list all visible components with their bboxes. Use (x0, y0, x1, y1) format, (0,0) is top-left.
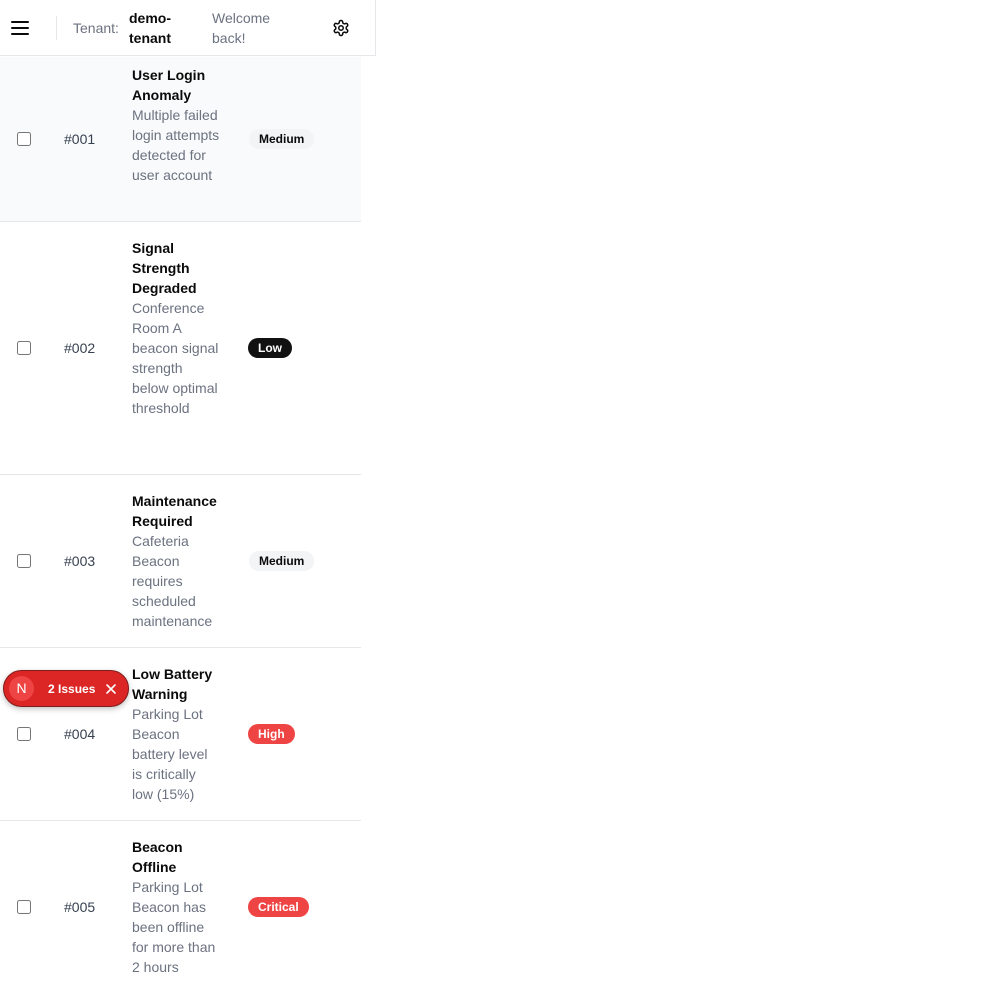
table-row[interactable]: #002 Signal Strength Degraded Conference… (0, 222, 361, 475)
n-logo-icon: N (9, 676, 34, 701)
tenant-name: demo-tenant (129, 10, 171, 46)
menu-icon[interactable] (10, 17, 30, 39)
table-row[interactable]: #005 Beacon Offline Parking Lot Beacon h… (0, 821, 361, 993)
issues-toast[interactable]: N 2 Issues (3, 670, 129, 707)
alert-description: Multiple failed login attempts detected … (132, 107, 220, 183)
header-divider (56, 16, 57, 40)
alert-title: Low Battery Warning (132, 666, 213, 702)
row-checkbox[interactable] (17, 727, 31, 741)
alert-id: #002 (64, 340, 96, 356)
alert-description: Conference Room A beacon signal strength… (132, 300, 219, 416)
tenant-label: Tenant: (73, 20, 119, 36)
severity-badge: Medium (249, 551, 315, 571)
alert-description: Parking Lot Beacon battery level is crit… (132, 706, 208, 802)
welcome-text: Welcome back! (212, 10, 271, 46)
row-checkbox[interactable] (17, 900, 31, 914)
alert-description: Cafeteria Beacon requires scheduled main… (132, 533, 213, 629)
top-header: Tenant: demo-tenant Welcome back! (0, 0, 376, 56)
row-checkbox[interactable] (17, 554, 31, 568)
alert-description: Parking Lot Beacon has been offline for … (132, 879, 216, 975)
alert-id: #003 (64, 553, 96, 569)
alert-title: Maintenance Required (132, 493, 217, 529)
alert-id: #004 (64, 726, 96, 742)
close-icon[interactable] (105, 683, 117, 695)
alert-id: #001 (64, 131, 96, 147)
table-row[interactable]: #001 User Login Anomaly Multiple failed … (0, 57, 361, 222)
row-checkbox[interactable] (17, 132, 31, 146)
alerts-table: #001 User Login Anomaly Multiple failed … (0, 57, 361, 993)
severity-badge: High (248, 724, 295, 744)
alert-title: Signal Strength Degraded (132, 240, 197, 296)
severity-badge: Medium (249, 129, 315, 149)
issues-count: 2 Issues (48, 682, 96, 696)
alert-title: Beacon Offline (132, 839, 183, 875)
row-checkbox[interactable] (17, 341, 31, 355)
severity-badge: Critical (248, 897, 309, 917)
gear-icon[interactable] (332, 19, 350, 37)
alert-title: User Login Anomaly (132, 67, 206, 103)
severity-badge: Low (248, 338, 292, 358)
table-row[interactable]: #003 Maintenance Required Cafeteria Beac… (0, 475, 361, 648)
alert-id: #005 (64, 899, 96, 915)
